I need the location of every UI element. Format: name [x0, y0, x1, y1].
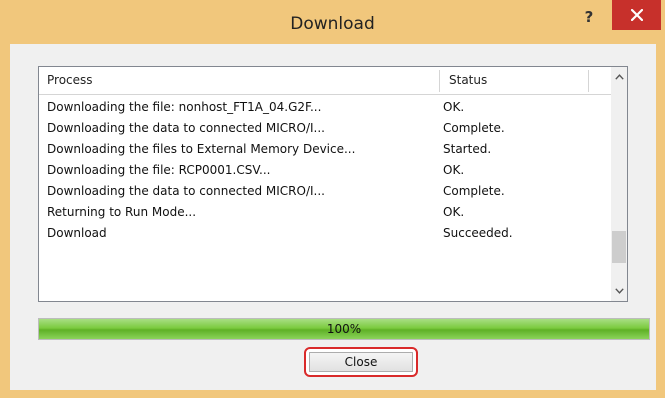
- title-bar[interactable]: Download ?: [0, 0, 665, 44]
- scroll-up-button[interactable]: [611, 67, 627, 87]
- status-cell: Started.: [443, 142, 492, 156]
- download-dialog: Download ? Process Status Downloading th…: [0, 0, 665, 398]
- chevron-down-icon: [614, 288, 624, 294]
- chevron-up-icon: [614, 74, 624, 80]
- process-cell: Downloading the file: nonhost_FT1A_04.G2…: [47, 100, 322, 114]
- column-divider[interactable]: [439, 70, 440, 92]
- process-cell: Downloading the files to External Memory…: [47, 142, 356, 156]
- status-cell: OK.: [443, 163, 465, 177]
- table-row[interactable]: Downloading the file: nonhost_FT1A_04.G2…: [39, 97, 611, 118]
- table-row[interactable]: Returning to Run Mode... OK.: [39, 202, 611, 223]
- table-row[interactable]: Download Succeeded.: [39, 223, 611, 244]
- column-header-status[interactable]: Status: [449, 67, 487, 94]
- close-icon: [630, 9, 643, 21]
- close-button-highlight: Close: [304, 347, 418, 377]
- dialog-client-area: Process Status Downloading the file: non…: [10, 44, 656, 390]
- status-cell: OK.: [443, 205, 465, 219]
- status-cell: Complete.: [443, 121, 505, 135]
- process-cell: Downloading the file: RCP0001.CSV...: [47, 163, 271, 177]
- column-divider[interactable]: [588, 70, 589, 92]
- status-cell: Succeeded.: [443, 226, 513, 240]
- status-cell: Complete.: [443, 184, 505, 198]
- table-row[interactable]: Downloading the file: RCP0001.CSV... OK.: [39, 160, 611, 181]
- table-row[interactable]: Downloading the data to connected MICRO/…: [39, 118, 611, 139]
- list-rows: Downloading the file: nonhost_FT1A_04.G2…: [39, 97, 611, 244]
- scrollbar-thumb[interactable]: [612, 231, 626, 263]
- process-cell: Download: [47, 226, 107, 240]
- help-button[interactable]: ?: [571, 4, 607, 30]
- table-row[interactable]: Downloading the data to connected MICRO/…: [39, 181, 611, 202]
- process-cell: Downloading the data to connected MICRO/…: [47, 121, 325, 135]
- progress-bar: 100%: [38, 318, 650, 340]
- scroll-down-button[interactable]: [611, 281, 627, 301]
- close-button[interactable]: Close: [309, 352, 413, 372]
- process-cell: Returning to Run Mode...: [47, 205, 197, 219]
- process-cell: Downloading the data to connected MICRO/…: [47, 184, 325, 198]
- process-list[interactable]: Process Status Downloading the file: non…: [38, 66, 628, 302]
- table-row[interactable]: Downloading the files to External Memory…: [39, 139, 611, 160]
- column-header-process[interactable]: Process: [47, 67, 93, 94]
- status-cell: OK.: [443, 100, 465, 114]
- dialog-title: Download: [290, 14, 375, 34]
- list-header: Process Status: [39, 67, 611, 95]
- window-close-button[interactable]: [612, 0, 661, 30]
- vertical-scrollbar[interactable]: [611, 67, 627, 301]
- progress-label: 100%: [326, 322, 362, 336]
